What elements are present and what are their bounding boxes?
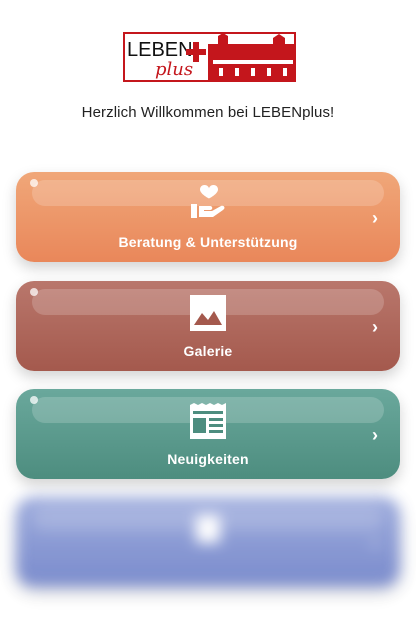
image-icon xyxy=(190,295,226,331)
logo-word-plus: plus xyxy=(155,59,193,80)
welcome-text: Herzlich Willkommen bei LEBENplus! xyxy=(81,104,335,121)
chevron-right-icon: › xyxy=(372,317,378,337)
chevron-right-icon: › xyxy=(372,208,378,228)
card-dot xyxy=(30,396,38,404)
menu-item-neuigkeiten[interactable]: Neuigkeiten › xyxy=(16,389,400,479)
card-dot xyxy=(30,288,38,296)
menu-item-blurred[interactable]: › xyxy=(16,497,400,587)
menu-item-label: Neuigkeiten xyxy=(167,451,249,467)
hand-heart-icon xyxy=(191,185,225,218)
menu-item-label: Beratung & Unterstützung xyxy=(118,234,298,250)
newspaper-icon xyxy=(190,403,226,439)
lebenplus-logo: LEBEN plus xyxy=(123,32,296,82)
blurred-icon xyxy=(196,515,220,543)
menu-item-galerie[interactable]: Galerie › xyxy=(16,281,400,371)
menu-item-label: Galerie xyxy=(183,343,233,359)
menu-item-beratung[interactable]: Beratung & Unterstützung › xyxy=(16,172,400,262)
chevron-right-icon: › xyxy=(372,533,378,553)
card-dot xyxy=(30,179,38,187)
logo-word-leben: LEBEN xyxy=(127,39,193,61)
chevron-right-icon: › xyxy=(372,425,378,445)
